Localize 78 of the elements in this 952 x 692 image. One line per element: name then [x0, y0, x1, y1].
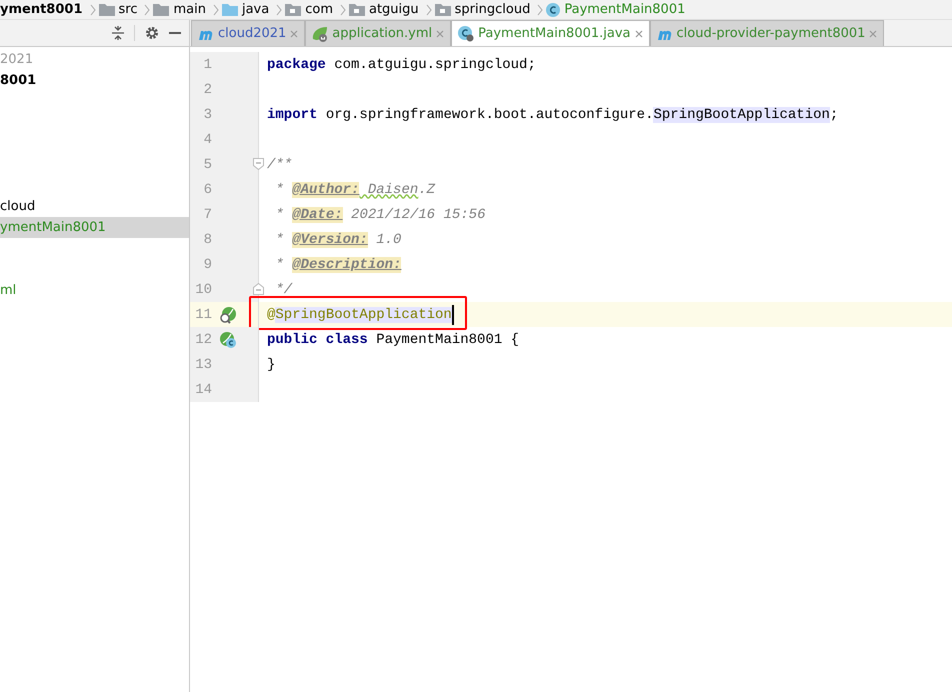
line-number: 14: [194, 382, 212, 398]
code-text: *: [274, 256, 285, 272]
line-number: 7: [202, 206, 212, 222]
breadcrumb-item[interactable]: main: [169, 2, 210, 17]
line-number: 13: [194, 356, 212, 372]
tree-item[interactable]: ml: [0, 280, 189, 301]
line-number: 9: [202, 256, 212, 272]
tree-item[interactable]: cloud: [0, 196, 189, 217]
code-text: @Author:: [292, 182, 360, 198]
line-number: 10: [194, 282, 212, 298]
code-text: package: [267, 56, 326, 72]
close-icon[interactable]: [634, 30, 643, 38]
line-number: 2: [202, 82, 212, 98]
close-icon[interactable]: [869, 30, 878, 38]
code-text: *: [274, 232, 285, 248]
package-icon: [434, 3, 451, 16]
class-icon: [546, 2, 560, 16]
breadcrumb-item[interactable]: java: [238, 2, 274, 17]
code-text: /**: [267, 156, 292, 172]
close-icon[interactable]: [290, 30, 298, 38]
fold-icon[interactable]: [253, 158, 264, 170]
code-text: PaymentMain8001 {: [375, 332, 520, 348]
code-text: *: [274, 182, 285, 198]
code-text: import: [267, 106, 318, 122]
breadcrumb-item[interactable]: src: [114, 2, 142, 17]
editor-tab[interactable]: cloud2021: [191, 20, 306, 46]
collapse-icon[interactable]: [112, 26, 124, 40]
chevron-icon: [537, 4, 544, 16]
chevron-icon: [340, 4, 346, 16]
folder-icon: [153, 3, 170, 16]
tree-item[interactable]: 8001: [0, 70, 189, 91]
package-icon: [348, 3, 365, 16]
line-number: 11: [194, 306, 212, 322]
chevron-icon: [212, 4, 219, 16]
code-text: @: [267, 306, 276, 322]
code-text: SpringBootApplication: [653, 106, 830, 122]
breadcrumb-item[interactable]: springcloud: [450, 2, 534, 17]
package-icon: [285, 3, 302, 16]
breadcrumb-item[interactable]: yment8001: [0, 2, 86, 17]
chevron-icon: [144, 4, 150, 16]
code-text: @Description:: [292, 256, 402, 272]
chevron-icon: [90, 4, 96, 16]
breadcrumb-item[interactable]: PaymentMain8001: [560, 2, 690, 17]
code-text: Daisen: [366, 182, 418, 198]
class-icon: [458, 26, 474, 42]
breadcrumb-item[interactable]: com: [301, 2, 337, 17]
code-text: @Version:: [292, 232, 368, 248]
line-number: 3: [202, 106, 212, 122]
bean-icon: [219, 306, 237, 324]
line-number: 5: [202, 156, 212, 172]
line-number: 12: [194, 332, 212, 348]
settings-icon[interactable]: [145, 26, 159, 40]
line-number: 1: [202, 56, 212, 72]
code-text: }: [267, 356, 276, 372]
bean-icon: [219, 330, 237, 348]
chevron-icon: [426, 4, 432, 16]
leaf-icon: [312, 26, 328, 42]
line-number: 8: [202, 232, 212, 248]
folder-icon: [98, 3, 114, 16]
code-text: */: [274, 282, 292, 298]
chevron-icon: [276, 4, 282, 16]
code-text: ;: [830, 106, 838, 122]
code-text: .Z: [418, 182, 436, 198]
code-text: com.atguigu.springcloud;: [333, 56, 536, 72]
code-text: *: [274, 206, 285, 222]
code-text: @Date:: [292, 206, 343, 222]
breadcrumb-item[interactable]: atguigu: [364, 2, 423, 17]
code-text: 2021/12/16 15:56: [350, 206, 486, 222]
line-number: 6: [202, 182, 212, 198]
line-number: 4: [202, 132, 212, 148]
code-text: 1.0: [375, 232, 402, 248]
editor-tab[interactable]: PaymentMain8001.java: [451, 20, 650, 46]
code-text: public class: [267, 332, 368, 348]
fold-icon[interactable]: [253, 283, 264, 295]
code-text: org.springframework.boot.autoconfigure.: [324, 106, 654, 122]
close-icon[interactable]: [436, 30, 444, 38]
folder-icon: [222, 3, 238, 16]
code-text: SpringBootApplication: [275, 306, 452, 322]
